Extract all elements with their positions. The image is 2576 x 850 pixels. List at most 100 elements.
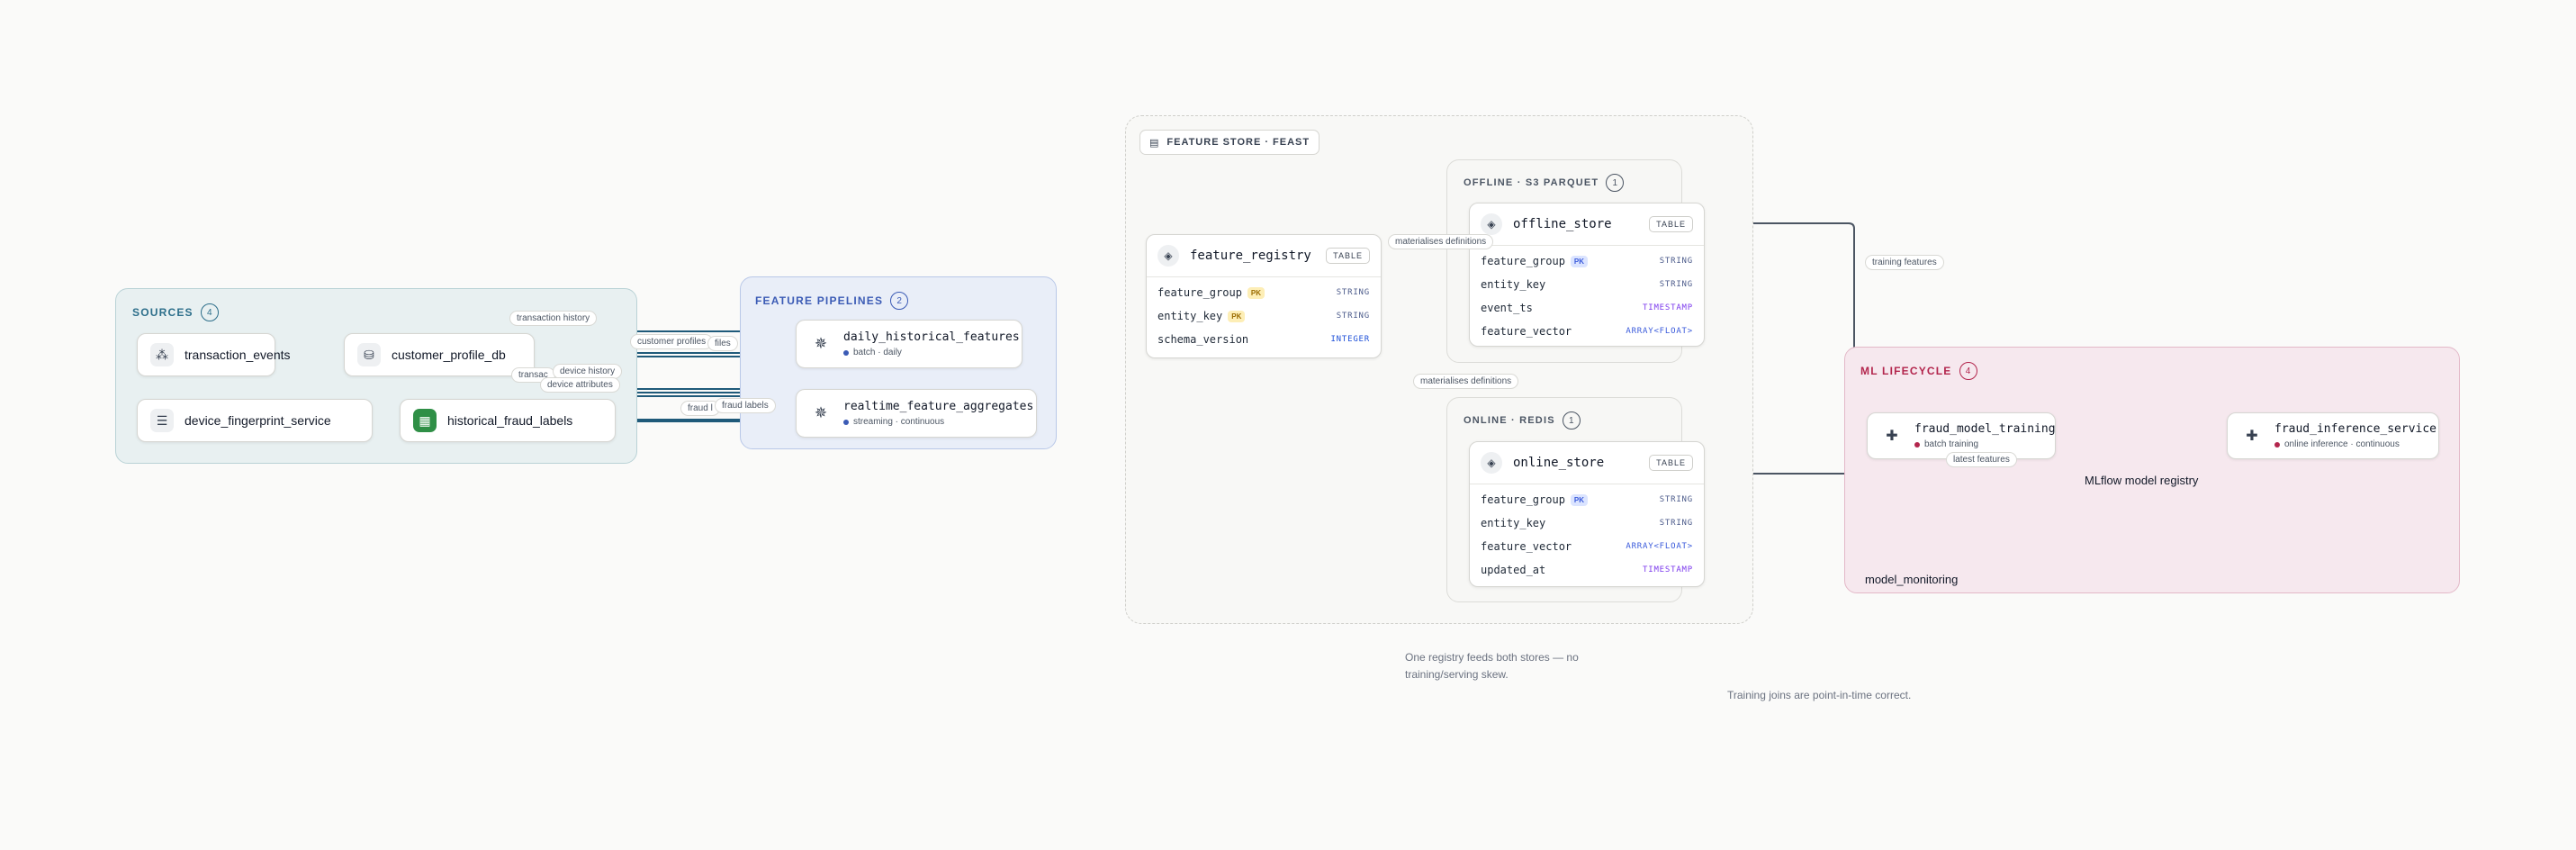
offline-store-table[interactable]: ◈ offline_store TABLE feature_group PK STR… xyxy=(1469,203,1705,347)
table-name: feature_registry xyxy=(1190,249,1311,263)
edge-label-materialises-online: materialises definitions xyxy=(1413,374,1519,389)
field-row: updated_at TIMESTAMP xyxy=(1470,558,1704,582)
field-type: STRING xyxy=(1336,288,1370,297)
model-monitoring-label[interactable]: model_monitoring xyxy=(1865,573,1958,586)
ml-fraud-inference-service[interactable]: ✚ fraud_inference_service online inferen… xyxy=(2227,412,2439,459)
python-icon: ✚ xyxy=(1880,424,1904,448)
ml-node-sub-text: batch training xyxy=(1924,439,1979,449)
field-row: entity_key STRING xyxy=(1470,511,1704,535)
source-label: transaction_events xyxy=(185,348,291,362)
edge-label-materialises-offline: materialises definitions xyxy=(1388,234,1494,249)
source-customer-profile-db[interactable]: ⛁ customer_profile_db xyxy=(344,333,535,376)
field-row: feature_vector ARRAY<FLOAT> xyxy=(1470,535,1704,558)
field-row: event_ts TIMESTAMP xyxy=(1470,296,1704,320)
pipeline-text: daily_historical_features batch · daily xyxy=(843,330,1020,357)
online-title: ONLINE · REDIS 1 xyxy=(1464,411,1581,430)
field-type: STRING xyxy=(1659,257,1693,266)
field-type: STRING xyxy=(1336,312,1370,321)
field-name: feature_group xyxy=(1481,493,1565,506)
online-store-table[interactable]: ◈ online_store TABLE feature_group PK STRI… xyxy=(1469,441,1705,587)
sources-title: SOURCES 4 xyxy=(132,303,219,321)
table-icon: ▤ xyxy=(1149,137,1160,149)
source-device-fingerprint-service[interactable]: ☰ device_fingerprint_service xyxy=(137,399,373,442)
feature-registry-table[interactable]: ◈ feature_registry TABLE feature_group PK… xyxy=(1146,234,1382,358)
field-name: entity_key xyxy=(1157,310,1223,322)
field-name: feature_vector xyxy=(1481,540,1572,553)
field-row: feature_vector ARRAY<FLOAT> xyxy=(1470,320,1704,343)
layers-icon: ◈ xyxy=(1481,452,1502,474)
field-name: feature_vector xyxy=(1481,325,1572,338)
online-title-text: ONLINE · REDIS xyxy=(1464,415,1555,426)
table-header: ◈ offline_store TABLE xyxy=(1470,203,1704,246)
table-header: ◈ feature_registry TABLE xyxy=(1147,235,1381,277)
source-label: historical_fraud_labels xyxy=(447,413,573,428)
kafka-icon: ⁂ xyxy=(150,343,174,366)
field-type: ARRAY<FLOAT> xyxy=(1626,542,1693,551)
table-tag: TABLE xyxy=(1326,248,1370,264)
layers-icon: ◈ xyxy=(1157,245,1179,267)
field-type: STRING xyxy=(1659,495,1693,504)
pipeline-daily-historical-features[interactable]: ✵ daily_historical_features batch · dail… xyxy=(796,320,1022,368)
field-type: TIMESTAMP xyxy=(1643,303,1693,312)
note-point-in-time: Training joins are point-in-time correct… xyxy=(1727,689,1912,701)
table-name: online_store xyxy=(1513,456,1605,470)
ml-node-text: fraud_model_training batch training xyxy=(1914,422,2056,449)
feature-store-title: ▤ FEATURE STORE · FEAST xyxy=(1139,130,1320,155)
spreadsheet-icon: ▦ xyxy=(413,409,437,432)
ml-title: ML LIFECYCLE 4 xyxy=(1860,362,1977,380)
source-label: customer_profile_db xyxy=(392,348,506,362)
edge-label-fraud-l: fraud l xyxy=(680,401,720,416)
field-name: event_ts xyxy=(1481,302,1533,314)
feature-store-title-text: FEATURE STORE · FEAST xyxy=(1166,137,1311,148)
online-count: 1 xyxy=(1562,411,1581,430)
pk-badge: PK xyxy=(1228,310,1246,322)
field-name: entity_key xyxy=(1481,278,1546,291)
pipeline-realtime-feature-aggregates[interactable]: ✵ realtime_feature_aggregates streaming … xyxy=(796,389,1037,438)
field-name: entity_key xyxy=(1481,517,1546,529)
pk-badge: PK xyxy=(1570,493,1589,506)
offline-count: 1 xyxy=(1606,174,1625,192)
field-type: ARRAY<FLOAT> xyxy=(1626,327,1693,336)
field-name: updated_at xyxy=(1481,564,1546,576)
source-label: device_fingerprint_service xyxy=(185,413,331,428)
sparkle-icon: ✵ xyxy=(809,332,833,356)
field-row: entity_key STRING xyxy=(1470,273,1704,296)
ml-node-sub: batch training xyxy=(1914,439,2056,449)
pipelines-title: FEATURE PIPELINES 2 xyxy=(755,292,909,310)
field-name: schema_version xyxy=(1157,333,1249,346)
edge-label-latest-features: latest features xyxy=(1946,452,2017,467)
field-row: feature_group PK STRING xyxy=(1470,249,1704,273)
edge-label-device-attributes: device attributes xyxy=(540,377,620,393)
pipelines-title-text: FEATURE PIPELINES xyxy=(755,294,884,307)
ml-lifecycle-group: ML LIFECYCLE 4 xyxy=(1844,347,2460,593)
offline-title: OFFLINE · S3 PARQUET 1 xyxy=(1464,174,1625,192)
source-transaction-events[interactable]: ⁂ transaction_events xyxy=(137,333,291,376)
database-user-icon: ⛁ xyxy=(357,343,381,366)
ml-title-text: ML LIFECYCLE xyxy=(1860,365,1952,377)
pipeline-sub: streaming · continuous xyxy=(843,417,1033,427)
status-dot xyxy=(843,419,849,425)
mlflow-model-registry-label[interactable]: MLflow model registry xyxy=(2085,474,2198,487)
table-header: ◈ online_store TABLE xyxy=(1470,442,1704,484)
server-icon: ☰ xyxy=(150,409,174,432)
table-name: offline_store xyxy=(1513,217,1612,231)
sparkle-icon: ✵ xyxy=(809,402,833,425)
ml-node-text: fraud_inference_service online inference… xyxy=(2274,422,2436,449)
pk-badge: PK xyxy=(1570,255,1589,267)
edge-label-training-features: training features xyxy=(1865,255,1944,270)
ml-node-sub-text: online inference · continuous xyxy=(2284,439,2400,449)
sources-title-text: SOURCES xyxy=(132,306,194,319)
field-row: feature_group PK STRING xyxy=(1470,488,1704,511)
pipeline-sub: batch · daily xyxy=(843,348,1020,357)
edge-label-customer-profiles: customer profiles xyxy=(630,334,714,349)
status-dot xyxy=(2274,441,2280,448)
offline-title-text: OFFLINE · S3 PARQUET xyxy=(1464,177,1599,188)
source-historical-fraud-labels[interactable]: ▦ historical_fraud_labels xyxy=(400,399,616,442)
pipeline-sub-text: streaming · continuous xyxy=(853,417,945,427)
edge-label-transaction-history: transaction history xyxy=(509,311,598,326)
pipeline-label: daily_historical_features xyxy=(843,330,1020,344)
python-icon: ✚ xyxy=(2240,424,2264,448)
field-type: STRING xyxy=(1659,519,1693,528)
field-name: feature_group xyxy=(1157,286,1242,299)
table-tag: TABLE xyxy=(1649,455,1693,471)
